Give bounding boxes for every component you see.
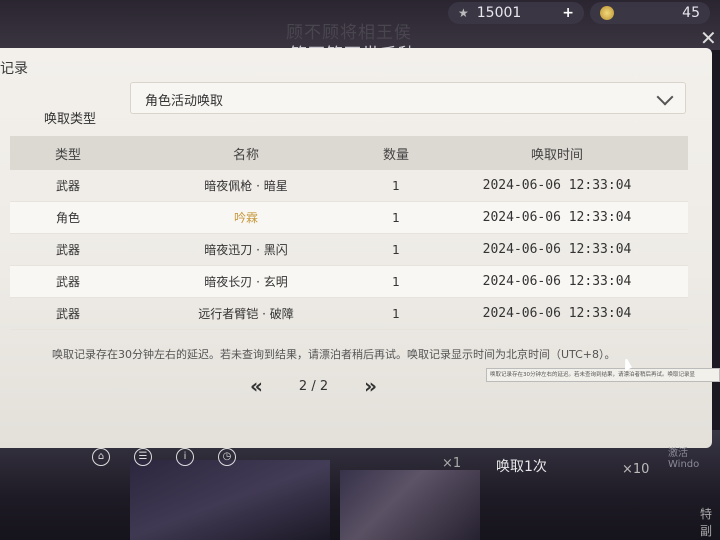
row-name: 吟霖 bbox=[233, 211, 258, 225]
row-type: 武器 bbox=[55, 179, 80, 193]
panel-title: 记录 bbox=[0, 61, 28, 77]
row-qty: 1 bbox=[392, 242, 400, 257]
col-qty: 数量 bbox=[382, 147, 409, 163]
currency-tide[interactable]: 45 bbox=[590, 2, 710, 24]
row-time: 2024-06-06 12:33:04 bbox=[482, 274, 632, 289]
row-name: 远行者臂铠 · 破障 bbox=[198, 307, 294, 321]
pull-type-value: 角色活动唤取 bbox=[145, 94, 224, 109]
row-name: 暗夜佩枪 · 暗星 bbox=[204, 179, 288, 193]
shop-icon[interactable]: ⌂ bbox=[92, 448, 110, 466]
note-tooltip: 唤取记录存在30分钟左右的延迟。若未查询到结果，请漂泊者稍后再试。唤取记录显 bbox=[486, 368, 720, 382]
star-icon: ★ bbox=[458, 6, 469, 20]
delay-note: 唤取记录存在30分钟左右的延迟。若未查询到结果，请漂泊者稍后再试。唤取记录显示时… bbox=[52, 348, 616, 361]
coin-icon bbox=[600, 6, 614, 20]
currency-lunite[interactable]: ★ 15001 + bbox=[448, 2, 584, 24]
ten-cost: ×10 bbox=[622, 462, 650, 477]
row-time: 2024-06-06 12:33:04 bbox=[482, 210, 632, 225]
row-type: 武器 bbox=[55, 243, 80, 257]
next-page-icon[interactable]: » bbox=[364, 374, 377, 398]
activate-windows-watermark: 激活 Windo bbox=[668, 448, 700, 470]
currency-amount: 15001 bbox=[476, 5, 522, 21]
info-icon[interactable]: i bbox=[176, 448, 194, 466]
close-icon[interactable]: ✕ bbox=[700, 26, 717, 50]
col-type: 类型 bbox=[54, 147, 81, 163]
record-table: 类型 名称 数量 唤取时间 武器 暗夜佩枪 · 暗星 1 2024-06-06 … bbox=[10, 136, 688, 330]
row-time: 2024-06-06 12:33:04 bbox=[482, 242, 632, 257]
table-row: 武器 暗夜迅刀 · 黑闪 1 2024-06-06 12:33:04 bbox=[10, 234, 688, 266]
pagination: « 2 / 2 » bbox=[250, 374, 377, 398]
pull-once-button[interactable]: 唤取1次 bbox=[496, 456, 547, 476]
row-qty: 1 bbox=[392, 306, 400, 321]
row-name: 暗夜迅刀 · 黑闪 bbox=[204, 243, 288, 257]
history-icon[interactable]: ◷ bbox=[218, 448, 236, 466]
page-indicator: 2 / 2 bbox=[298, 378, 329, 394]
chevron-down-icon bbox=[656, 88, 674, 106]
prev-page-icon[interactable]: « bbox=[250, 374, 263, 398]
table-row: 武器 暗夜长刃 · 玄明 1 2024-06-06 12:33:04 bbox=[10, 266, 688, 298]
table-row: 角色 吟霖 1 2024-06-06 12:33:04 bbox=[10, 202, 688, 234]
row-time: 2024-06-06 12:33:04 bbox=[482, 306, 632, 321]
row-qty: 1 bbox=[392, 210, 400, 225]
special-label: 特副 bbox=[700, 507, 713, 538]
row-name: 暗夜长刃 · 玄明 bbox=[204, 275, 288, 289]
row-type: 角色 bbox=[55, 211, 80, 225]
currency-amount-2: 45 bbox=[682, 5, 700, 21]
pull-type-dropdown[interactable]: 角色活动唤取 bbox=[130, 82, 686, 114]
plus-icon[interactable]: + bbox=[562, 5, 574, 21]
character-figure-2 bbox=[340, 470, 480, 540]
row-time: 2024-06-06 12:33:04 bbox=[482, 178, 632, 193]
records-icon[interactable]: ☰ bbox=[134, 448, 152, 466]
single-cost: ×1 bbox=[442, 456, 462, 471]
row-type: 武器 bbox=[55, 275, 80, 289]
table-row: 武器 暗夜佩枪 · 暗星 1 2024-06-06 12:33:04 bbox=[10, 170, 688, 202]
table-row: 武器 远行者臂铠 · 破障 1 2024-06-06 12:33:04 bbox=[10, 298, 688, 330]
pull-type-label: 唤取类型 bbox=[44, 112, 97, 127]
record-panel: 记录 唤取类型 角色活动唤取 类型 名称 数量 唤取时间 武器 暗夜佩枪 · 暗… bbox=[0, 26, 717, 448]
character-figure bbox=[130, 460, 330, 540]
row-qty: 1 bbox=[392, 274, 400, 289]
row-qty: 1 bbox=[392, 178, 400, 193]
col-time: 唤取时间 bbox=[530, 147, 583, 163]
row-type: 武器 bbox=[55, 307, 80, 321]
table-header: 类型 名称 数量 唤取时间 bbox=[10, 136, 688, 170]
col-name: 名称 bbox=[232, 147, 259, 163]
